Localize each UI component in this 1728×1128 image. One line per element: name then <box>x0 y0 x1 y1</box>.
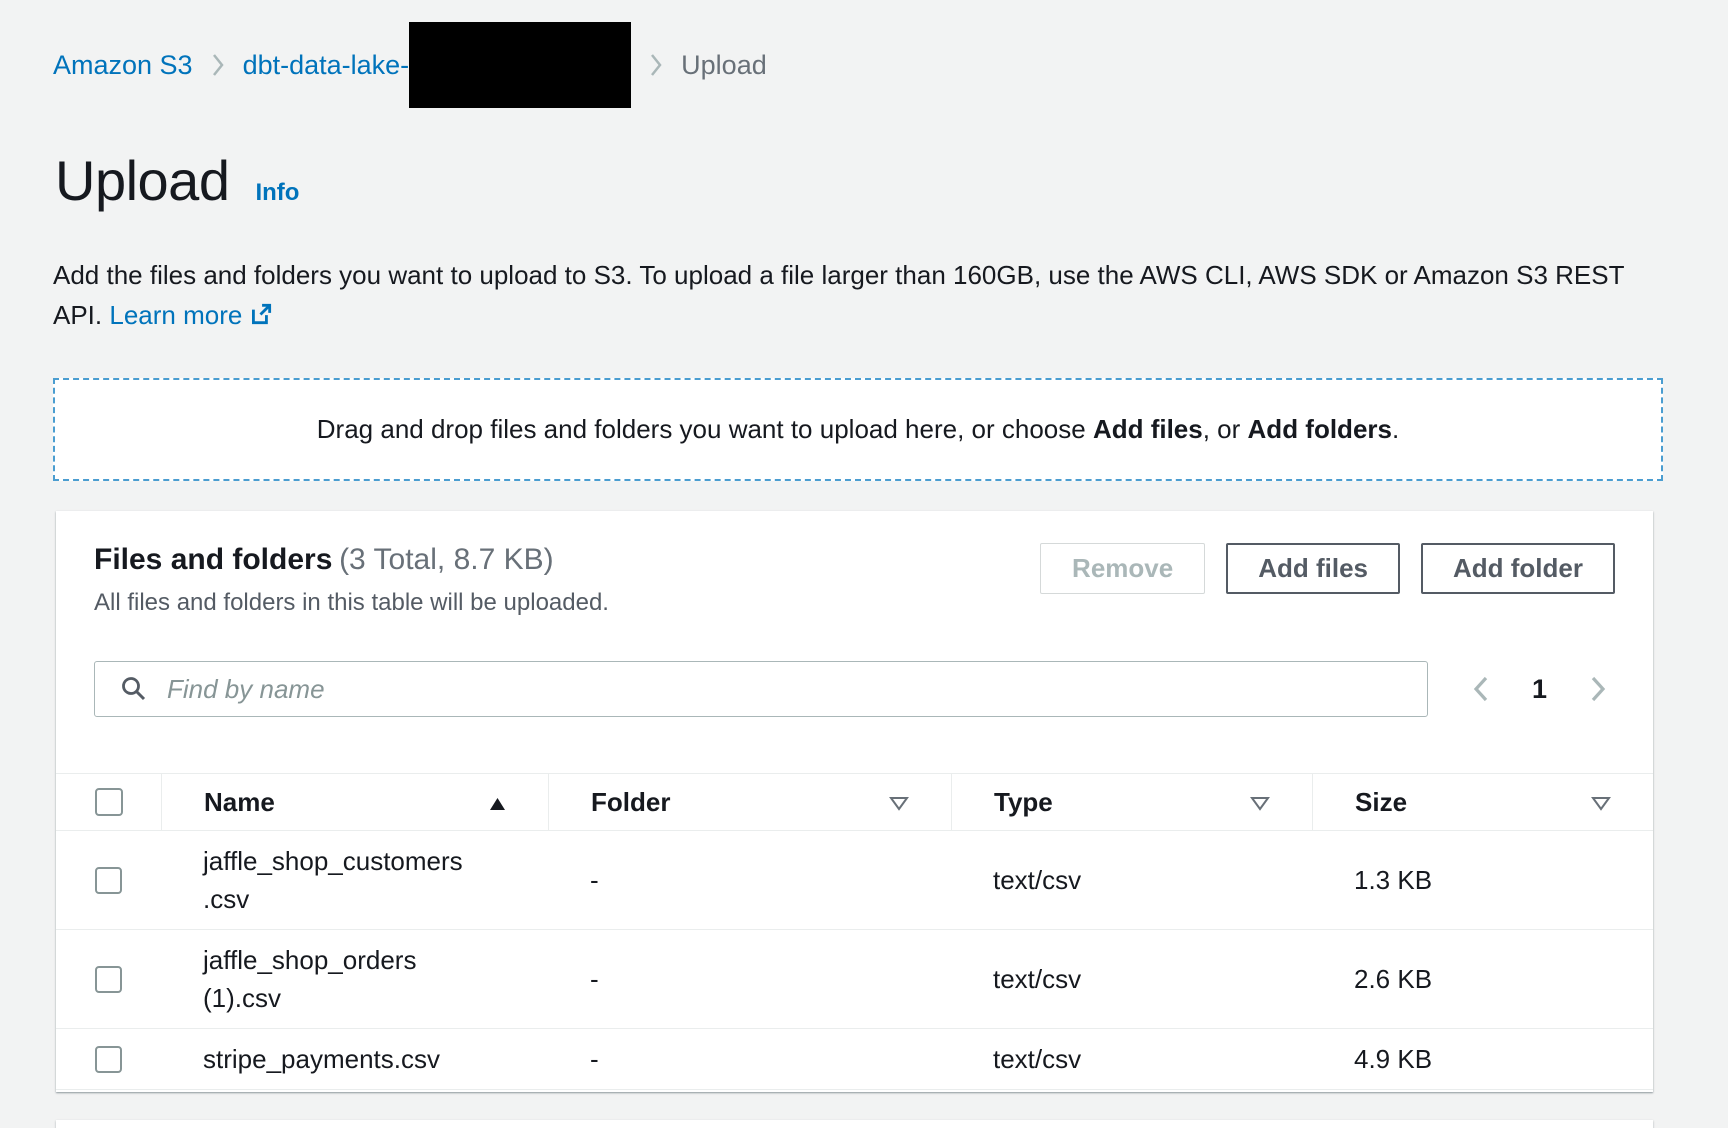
files-and-folders-panel: Files and folders (3 Total, 8.7 KB) All … <box>56 511 1653 1092</box>
row-select-cell <box>56 842 161 918</box>
drag-and-drop-zone[interactable]: Drag and drop files and folders you want… <box>53 378 1663 481</box>
sort-down-outline-icon <box>889 787 909 818</box>
select-all-cell <box>56 774 161 830</box>
table-row: stripe_payments.csv - text/csv 4.9 KB <box>56 1029 1653 1090</box>
table-header-row: Name Folder Type Size <box>56 773 1653 831</box>
cell-name: stripe_payments.csv <box>161 1040 505 1078</box>
external-link-icon <box>248 298 274 338</box>
panel-header: Files and folders (3 Total, 8.7 KB) All … <box>56 511 1653 617</box>
dropzone-text-prefix: Drag and drop files and folders you want… <box>317 414 1093 444</box>
previous-page-button[interactable] <box>1468 670 1494 708</box>
breadcrumb-bucket-link[interactable]: dbt-data-lake- <box>243 50 410 81</box>
panel-subtitle: All files and folders in this table will… <box>94 589 609 617</box>
add-folder-button[interactable]: Add folder <box>1421 543 1615 594</box>
column-label-size: Size <box>1355 787 1407 818</box>
panel-actions: Remove Add files Add folder <box>1040 543 1615 617</box>
breadcrumb-amazon-s3-link[interactable]: Amazon S3 <box>53 50 193 81</box>
page-header: Upload Info <box>55 148 1728 213</box>
column-header-size[interactable]: Size <box>1312 774 1653 830</box>
column-header-folder[interactable]: Folder <box>548 774 951 830</box>
chevron-right-icon <box>211 52 225 78</box>
dropzone-add-folders-label: Add folders <box>1248 414 1392 444</box>
sort-down-outline-icon <box>1591 787 1611 818</box>
table-row: jaffle_shop_customers.csv - text/csv 1.3… <box>56 831 1653 930</box>
column-label-type: Type <box>994 787 1053 818</box>
dropzone-add-files-label: Add files <box>1093 414 1203 444</box>
cell-type: text/csv <box>951 1040 1312 1078</box>
column-header-name[interactable]: Name <box>161 774 548 830</box>
redacted-bucket-name <box>409 22 631 108</box>
column-label-name: Name <box>204 787 275 818</box>
info-link[interactable]: Info <box>255 179 299 207</box>
table-row: jaffle_shop_orders (1).csv - text/csv 2.… <box>56 930 1653 1029</box>
add-files-button[interactable]: Add files <box>1226 543 1400 594</box>
cell-name: jaffle_shop_orders (1).csv <box>161 941 505 1017</box>
remove-button[interactable]: Remove <box>1040 543 1205 594</box>
sort-ascending-icon <box>489 787 506 818</box>
cell-type: text/csv <box>951 861 1312 899</box>
row-checkbox[interactable] <box>95 966 122 993</box>
row-select-cell <box>56 941 161 1017</box>
dropzone-text-suffix: . <box>1392 414 1399 444</box>
page-title: Upload <box>55 148 229 213</box>
cell-folder: - <box>548 861 951 899</box>
cell-folder: - <box>548 960 951 998</box>
panel-title: Files and folders <box>94 543 332 576</box>
search-row: 1 <box>94 661 1615 717</box>
panel-titles: Files and folders (3 Total, 8.7 KB) All … <box>94 543 609 617</box>
search-icon <box>120 675 148 708</box>
column-label-folder: Folder <box>591 787 670 818</box>
cell-size: 1.3 KB <box>1312 861 1653 899</box>
s3-upload-page: Amazon S3 dbt-data-lake- Upload Upload I… <box>0 0 1728 1128</box>
intro-paragraph: Add the files and folders you want to up… <box>53 255 1668 338</box>
dropzone-text: Drag and drop files and folders you want… <box>317 414 1399 445</box>
breadcrumb-bucket: dbt-data-lake- <box>243 22 632 108</box>
cell-folder: - <box>548 1040 951 1078</box>
current-page-number[interactable]: 1 <box>1532 674 1547 705</box>
breadcrumb-current-page: Upload <box>681 50 767 81</box>
next-panel-edge <box>56 1120 1653 1128</box>
next-page-button[interactable] <box>1585 670 1611 708</box>
search-box <box>94 661 1428 717</box>
breadcrumb: Amazon S3 dbt-data-lake- Upload <box>53 22 1728 108</box>
sort-down-outline-icon <box>1250 787 1270 818</box>
row-checkbox[interactable] <box>95 867 122 894</box>
learn-more-link[interactable]: Learn more <box>109 300 274 330</box>
learn-more-label: Learn more <box>109 300 242 330</box>
dropzone-text-separator: , or <box>1203 414 1248 444</box>
row-checkbox[interactable] <box>95 1046 122 1073</box>
cell-type: text/csv <box>951 960 1312 998</box>
search-input[interactable] <box>94 661 1428 717</box>
cell-size: 2.6 KB <box>1312 960 1653 998</box>
pagination: 1 <box>1468 670 1615 708</box>
panel-count: (3 Total, 8.7 KB) <box>339 543 554 576</box>
column-header-type[interactable]: Type <box>951 774 1312 830</box>
cell-name: jaffle_shop_customers.csv <box>161 842 505 918</box>
files-table: Name Folder Type Size <box>56 773 1653 1090</box>
select-all-checkbox[interactable] <box>95 788 123 816</box>
intro-text: Add the files and folders you want to up… <box>53 260 1624 330</box>
chevron-right-icon <box>649 52 663 78</box>
row-select-cell <box>56 1040 161 1078</box>
cell-size: 4.9 KB <box>1312 1040 1653 1078</box>
